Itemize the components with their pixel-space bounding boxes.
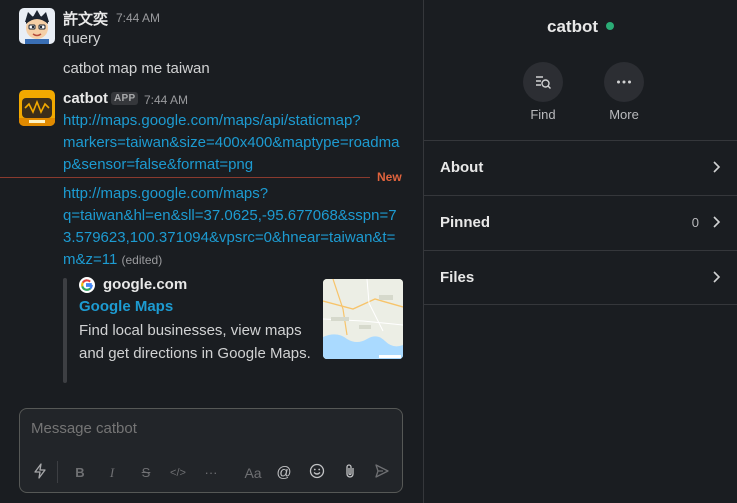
unfurl-bar (63, 278, 67, 383)
message-time[interactable]: 7:44 AM (116, 11, 160, 25)
avatar-user[interactable] (19, 8, 55, 44)
details-pane: catbot Find More About Pinned 0 Files (424, 0, 737, 503)
online-status-dot (606, 22, 614, 30)
attach-icon[interactable] (340, 463, 360, 483)
more-format-icon[interactable]: ··· (201, 463, 221, 483)
row-files[interactable]: Files (424, 250, 737, 305)
mention-icon[interactable]: @ (274, 463, 294, 483)
italic-icon[interactable]: I (102, 463, 122, 483)
new-messages-line (0, 177, 370, 178)
emoji-icon[interactable] (307, 463, 327, 483)
link-line[interactable]: m&z=11 (63, 251, 117, 268)
link-line[interactable]: q=taiwan&hl=en&sll=37.0625,-95.677068&ss… (63, 205, 397, 227)
strike-icon[interactable]: S (136, 463, 156, 483)
row-label: Pinned (440, 214, 491, 231)
avatar-catbot[interactable] (19, 90, 55, 126)
map-thumbnail[interactable] (323, 279, 403, 359)
link-line[interactable]: markers=taiwan&size=400x400&maptype=road… (63, 132, 399, 154)
chevron-right-icon (713, 271, 721, 283)
find-label: Find (530, 107, 556, 122)
unfurl-description: Find local businesses, view maps and get… (79, 322, 311, 362)
text-style-icon[interactable]: Aa (243, 463, 263, 483)
unfurl-title-link[interactable]: Google Maps (79, 298, 173, 315)
more-label: More (609, 107, 639, 122)
link-line[interactable]: http://maps.google.com/maps? (63, 183, 397, 205)
app-badge: APP (111, 92, 139, 105)
sender-name[interactable]: 許文奕 (63, 8, 108, 29)
message-link[interactable]: http://maps.google.com/maps? q=taiwan&hl… (63, 183, 397, 271)
find-icon (536, 76, 551, 89)
message-time[interactable]: 7:44 AM (144, 93, 188, 107)
details-title: catbot (424, 17, 737, 37)
chevron-right-icon (713, 216, 721, 228)
bold-icon[interactable]: B (70, 463, 90, 483)
find-button[interactable] (523, 62, 563, 102)
link-line[interactable]: 3.579623,100.371094&vpsrc=0&hnear=taiwan… (63, 227, 397, 249)
toolbar-divider (57, 461, 58, 483)
sender-name[interactable]: catbot (63, 90, 108, 107)
pinned-count: 0 (691, 215, 699, 230)
message-link[interactable]: http://maps.google.com/maps/api/staticma… (63, 110, 399, 176)
row-pinned[interactable]: Pinned 0 (424, 195, 737, 250)
more-button[interactable] (604, 62, 644, 102)
bot-name: catbot (547, 17, 598, 36)
row-label: Files (440, 269, 475, 286)
message-text: query (63, 30, 101, 47)
google-g-icon (79, 277, 95, 293)
message-text: catbot map me taiwan (63, 60, 210, 77)
lightning-icon[interactable] (30, 463, 50, 483)
message-composer[interactable]: B I S </> ··· Aa @ (19, 408, 403, 493)
message-input[interactable] (31, 420, 391, 437)
chevron-right-icon (713, 161, 721, 173)
link-line[interactable]: p&sensor=false&format=png (63, 154, 399, 176)
send-icon[interactable] (372, 463, 392, 483)
more-icon (617, 80, 631, 84)
new-messages-label: New (377, 170, 402, 184)
message-pane: 許文奕 7:44 AM query catbot map me taiwan c… (0, 0, 423, 503)
row-about[interactable]: About (424, 140, 737, 195)
code-icon[interactable]: </> (168, 463, 188, 483)
link-line[interactable]: http://maps.google.com/maps/api/staticma… (63, 110, 399, 132)
edited-label: (edited) (121, 253, 163, 267)
unfurl-site: google.com (103, 276, 188, 293)
row-label: About (440, 159, 484, 176)
